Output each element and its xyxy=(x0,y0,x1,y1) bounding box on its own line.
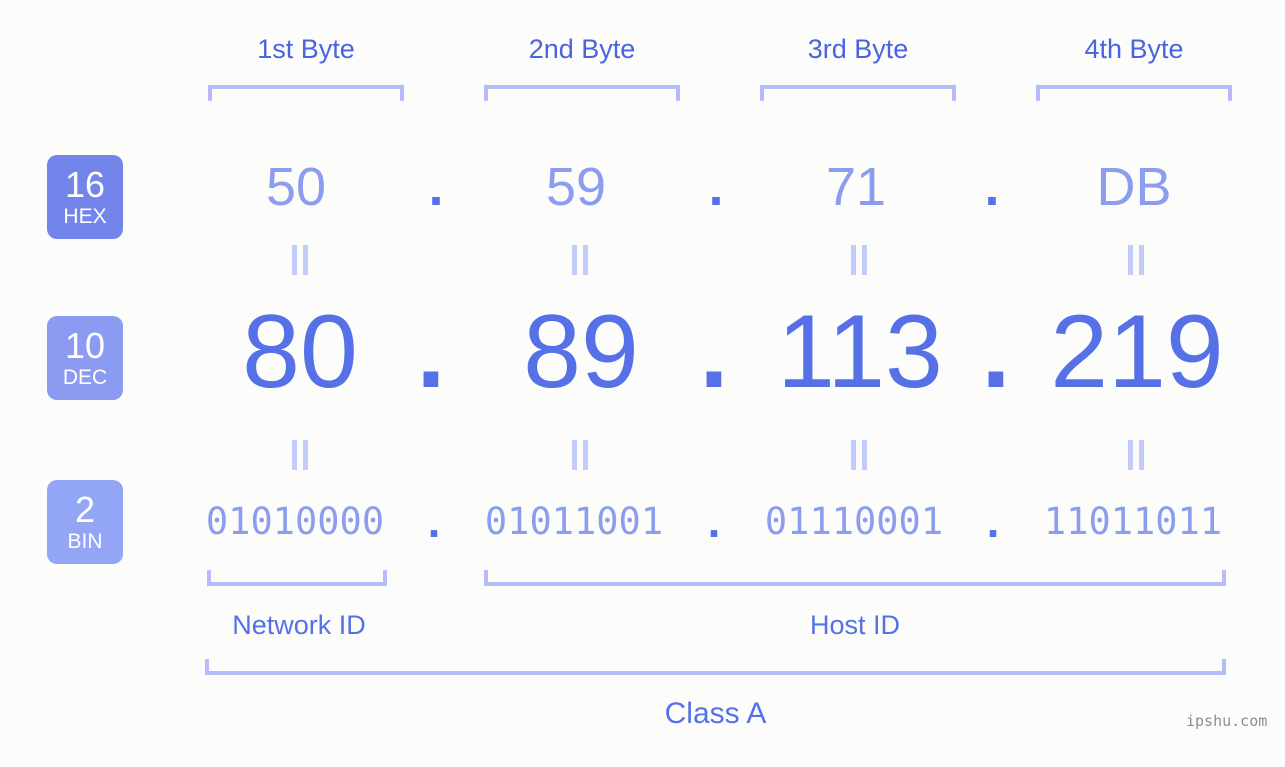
base-badge-bin-number: 2 xyxy=(74,489,96,530)
ip-address-breakdown-diagram: 1st Byte 2nd Byte 3rd Byte 4th Byte 16 H… xyxy=(0,0,1285,767)
equals-mark-dec-bin-2 xyxy=(567,440,593,470)
base-badge-hex: 16 HEX xyxy=(47,155,123,239)
byte-header-3: 3rd Byte xyxy=(807,34,909,64)
bin-separator-3: . xyxy=(986,495,1000,547)
base-badge-hex-name: HEX xyxy=(63,205,107,228)
network-id-bracket xyxy=(207,570,387,586)
equals-mark-dec-bin-3 xyxy=(846,440,872,470)
byte-bracket-3 xyxy=(760,85,956,101)
bin-byte-3: 01110001 xyxy=(764,500,944,543)
byte-header-2: 2nd Byte xyxy=(528,34,636,64)
class-bracket xyxy=(205,659,1226,675)
site-watermark: ipshu.com xyxy=(1186,712,1268,730)
hex-byte-1: 50 xyxy=(265,157,327,217)
hex-byte-3: 71 xyxy=(825,157,887,217)
equals-mark-hex-dec-1 xyxy=(287,245,313,275)
base-badge-dec-name: DEC xyxy=(62,366,108,389)
base-badge-dec-number: 10 xyxy=(64,325,106,366)
bin-separator-2: . xyxy=(707,495,721,547)
base-badge-hex-number: 16 xyxy=(64,164,106,205)
bin-byte-1: 01010000 xyxy=(205,500,385,543)
hex-separator-2: . xyxy=(708,157,724,217)
base-badge-bin: 2 BIN xyxy=(47,480,123,564)
hex-byte-4: DB xyxy=(1096,157,1172,217)
base-badge-dec: 10 DEC xyxy=(47,316,123,400)
byte-bracket-4 xyxy=(1036,85,1232,101)
byte-bracket-1 xyxy=(208,85,404,101)
equals-mark-hex-dec-4 xyxy=(1123,245,1149,275)
byte-header-1: 1st Byte xyxy=(257,34,355,64)
dec-byte-2: 89 xyxy=(523,294,639,410)
hex-byte-2: 59 xyxy=(545,157,607,217)
host-id-bracket xyxy=(484,570,1226,586)
bin-byte-2: 01011001 xyxy=(484,500,664,543)
equals-mark-dec-bin-1 xyxy=(287,440,313,470)
equals-mark-hex-dec-2 xyxy=(567,245,593,275)
equals-mark-hex-dec-3 xyxy=(846,245,872,275)
bin-separator-1: . xyxy=(427,495,441,547)
host-id-label: Host ID xyxy=(809,610,901,640)
base-badge-bin-name: BIN xyxy=(67,530,103,553)
dec-separator-1: . xyxy=(416,294,446,410)
byte-bracket-2 xyxy=(484,85,680,101)
equals-mark-dec-bin-4 xyxy=(1123,440,1149,470)
byte-header-4: 4th Byte xyxy=(1084,34,1184,64)
dec-byte-4: 219 xyxy=(1050,294,1224,410)
hex-separator-3: . xyxy=(984,157,1000,217)
bin-byte-4: 11011011 xyxy=(1043,500,1223,543)
network-id-label: Network ID xyxy=(232,610,366,640)
dec-byte-1: 80 xyxy=(242,294,358,410)
class-label: Class A xyxy=(664,697,767,730)
hex-separator-1: . xyxy=(428,157,444,217)
